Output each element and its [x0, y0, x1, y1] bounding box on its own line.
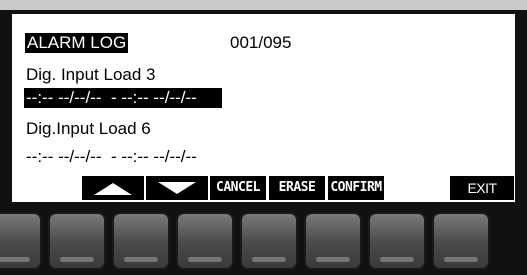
- hardkey-2[interactable]: [48, 212, 106, 270]
- alarm-entry-2-timestamp[interactable]: --:-- --/--/-- - --:-- --/--/--: [26, 147, 197, 167]
- hardkey-8[interactable]: [432, 212, 490, 270]
- triangle-down-icon: [158, 182, 196, 194]
- erase-button[interactable]: ERASE: [269, 176, 325, 200]
- hardkey-7[interactable]: [368, 212, 426, 270]
- alarm-entry-1-name: Dig. Input Load 3: [26, 65, 156, 84]
- triangle-up-icon: [94, 183, 132, 195]
- exit-button[interactable]: EXIT: [450, 176, 514, 200]
- bezel-top-edge: [0, 0, 527, 10]
- softkey-up[interactable]: [82, 176, 144, 200]
- softkey-bar: CANCEL ERASE CONFIRM EXIT: [12, 176, 515, 200]
- lcd-display: ALARM LOG 001/095 Dig. Input Load 3 --:-…: [12, 14, 515, 202]
- record-counter: 001/095: [230, 33, 292, 52]
- cancel-button[interactable]: CANCEL: [210, 176, 266, 200]
- alarm-entry-2-name: Dig.Input Load 6: [26, 119, 151, 138]
- alarm-entry-1-timestamp[interactable]: --:-- --/--/-- - --:-- --/--/--: [24, 88, 222, 108]
- hardkey-3[interactable]: [112, 212, 170, 270]
- softkey-down[interactable]: [146, 176, 208, 200]
- confirm-button[interactable]: CONFIRM: [328, 176, 384, 200]
- hardkey-1[interactable]: [0, 212, 42, 270]
- device-bezel: ALARM LOG 001/095 Dig. Input Load 3 --:-…: [0, 0, 527, 275]
- hardkey-6[interactable]: [304, 212, 362, 270]
- page-title: ALARM LOG: [25, 33, 129, 53]
- hardkey-4[interactable]: [176, 212, 234, 270]
- hardware-key-row: [0, 206, 527, 275]
- hardkey-5[interactable]: [240, 212, 298, 270]
